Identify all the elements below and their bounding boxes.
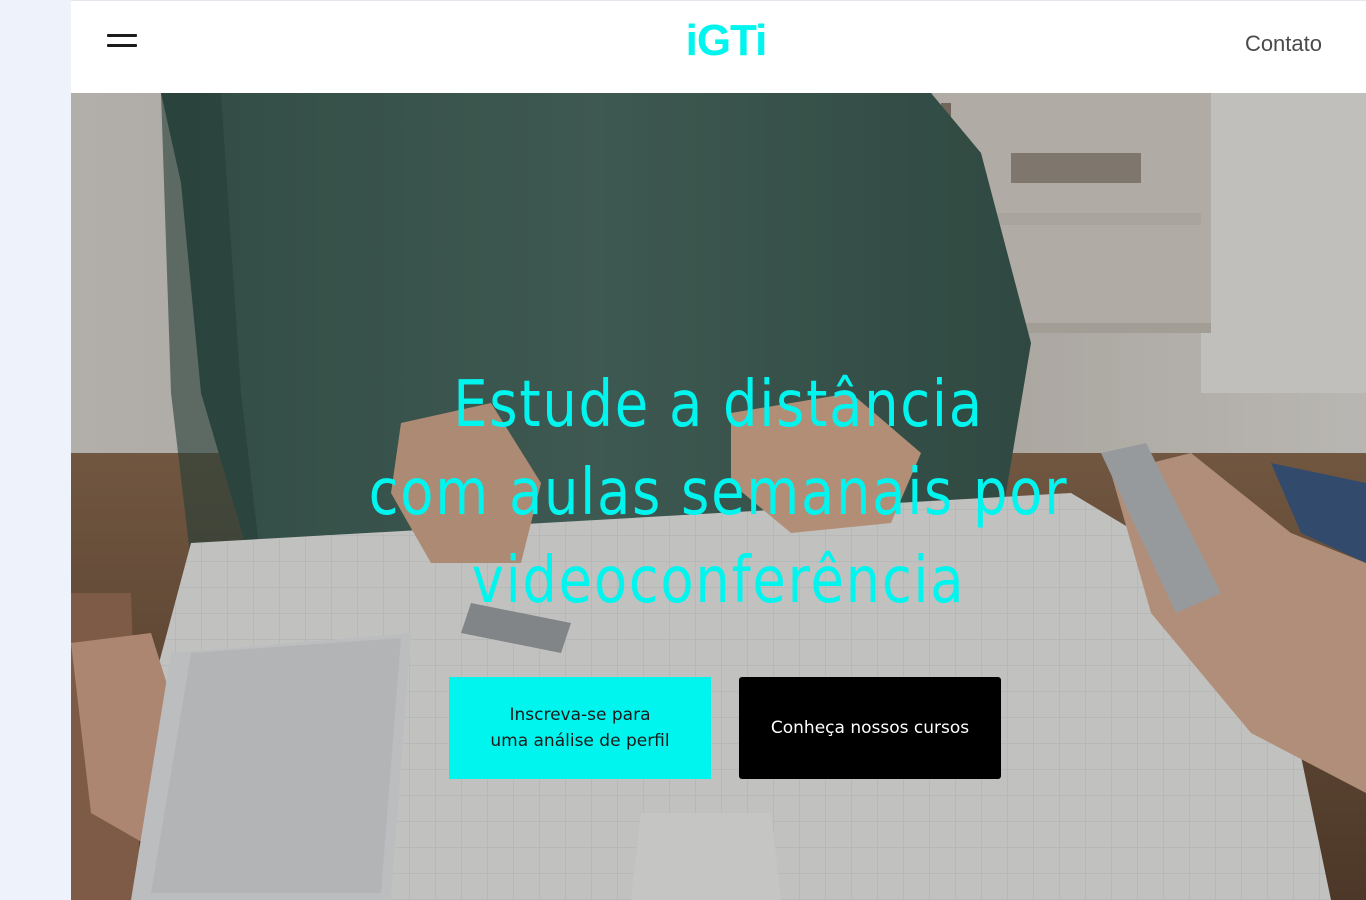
menu-line: [107, 44, 137, 47]
hero-headline-line: Estude a distância: [453, 368, 984, 442]
left-margin-strip: [0, 0, 71, 900]
site-header: iGTi Contato: [71, 0, 1366, 93]
igti-logo[interactable]: iGTi: [671, 15, 781, 67]
button-label-line: Inscreva-se para: [509, 705, 651, 725]
hero-section: Estude a distância com aulas semanais po…: [71, 93, 1366, 900]
button-label: Conheça nossos cursos: [770, 718, 970, 738]
menu-line: [107, 34, 137, 37]
hero-headline: Estude a distância com aulas semanais po…: [321, 361, 1116, 625]
contato-link[interactable]: Contato: [1245, 31, 1322, 57]
signup-profile-analysis-button[interactable]: Inscreva-se para uma análise de perfil: [449, 677, 711, 779]
hero-headline-line: com aulas semanais por: [368, 456, 1069, 530]
button-label-line: uma análise de perfil: [490, 731, 670, 751]
hero-headline-line: videoconferência: [471, 544, 966, 618]
explore-courses-button[interactable]: Conheça nossos cursos: [739, 677, 1001, 779]
hamburger-menu-icon[interactable]: [107, 31, 137, 53]
igti-landing-page: iGTi Contato Estude a distância com aula…: [71, 0, 1366, 900]
